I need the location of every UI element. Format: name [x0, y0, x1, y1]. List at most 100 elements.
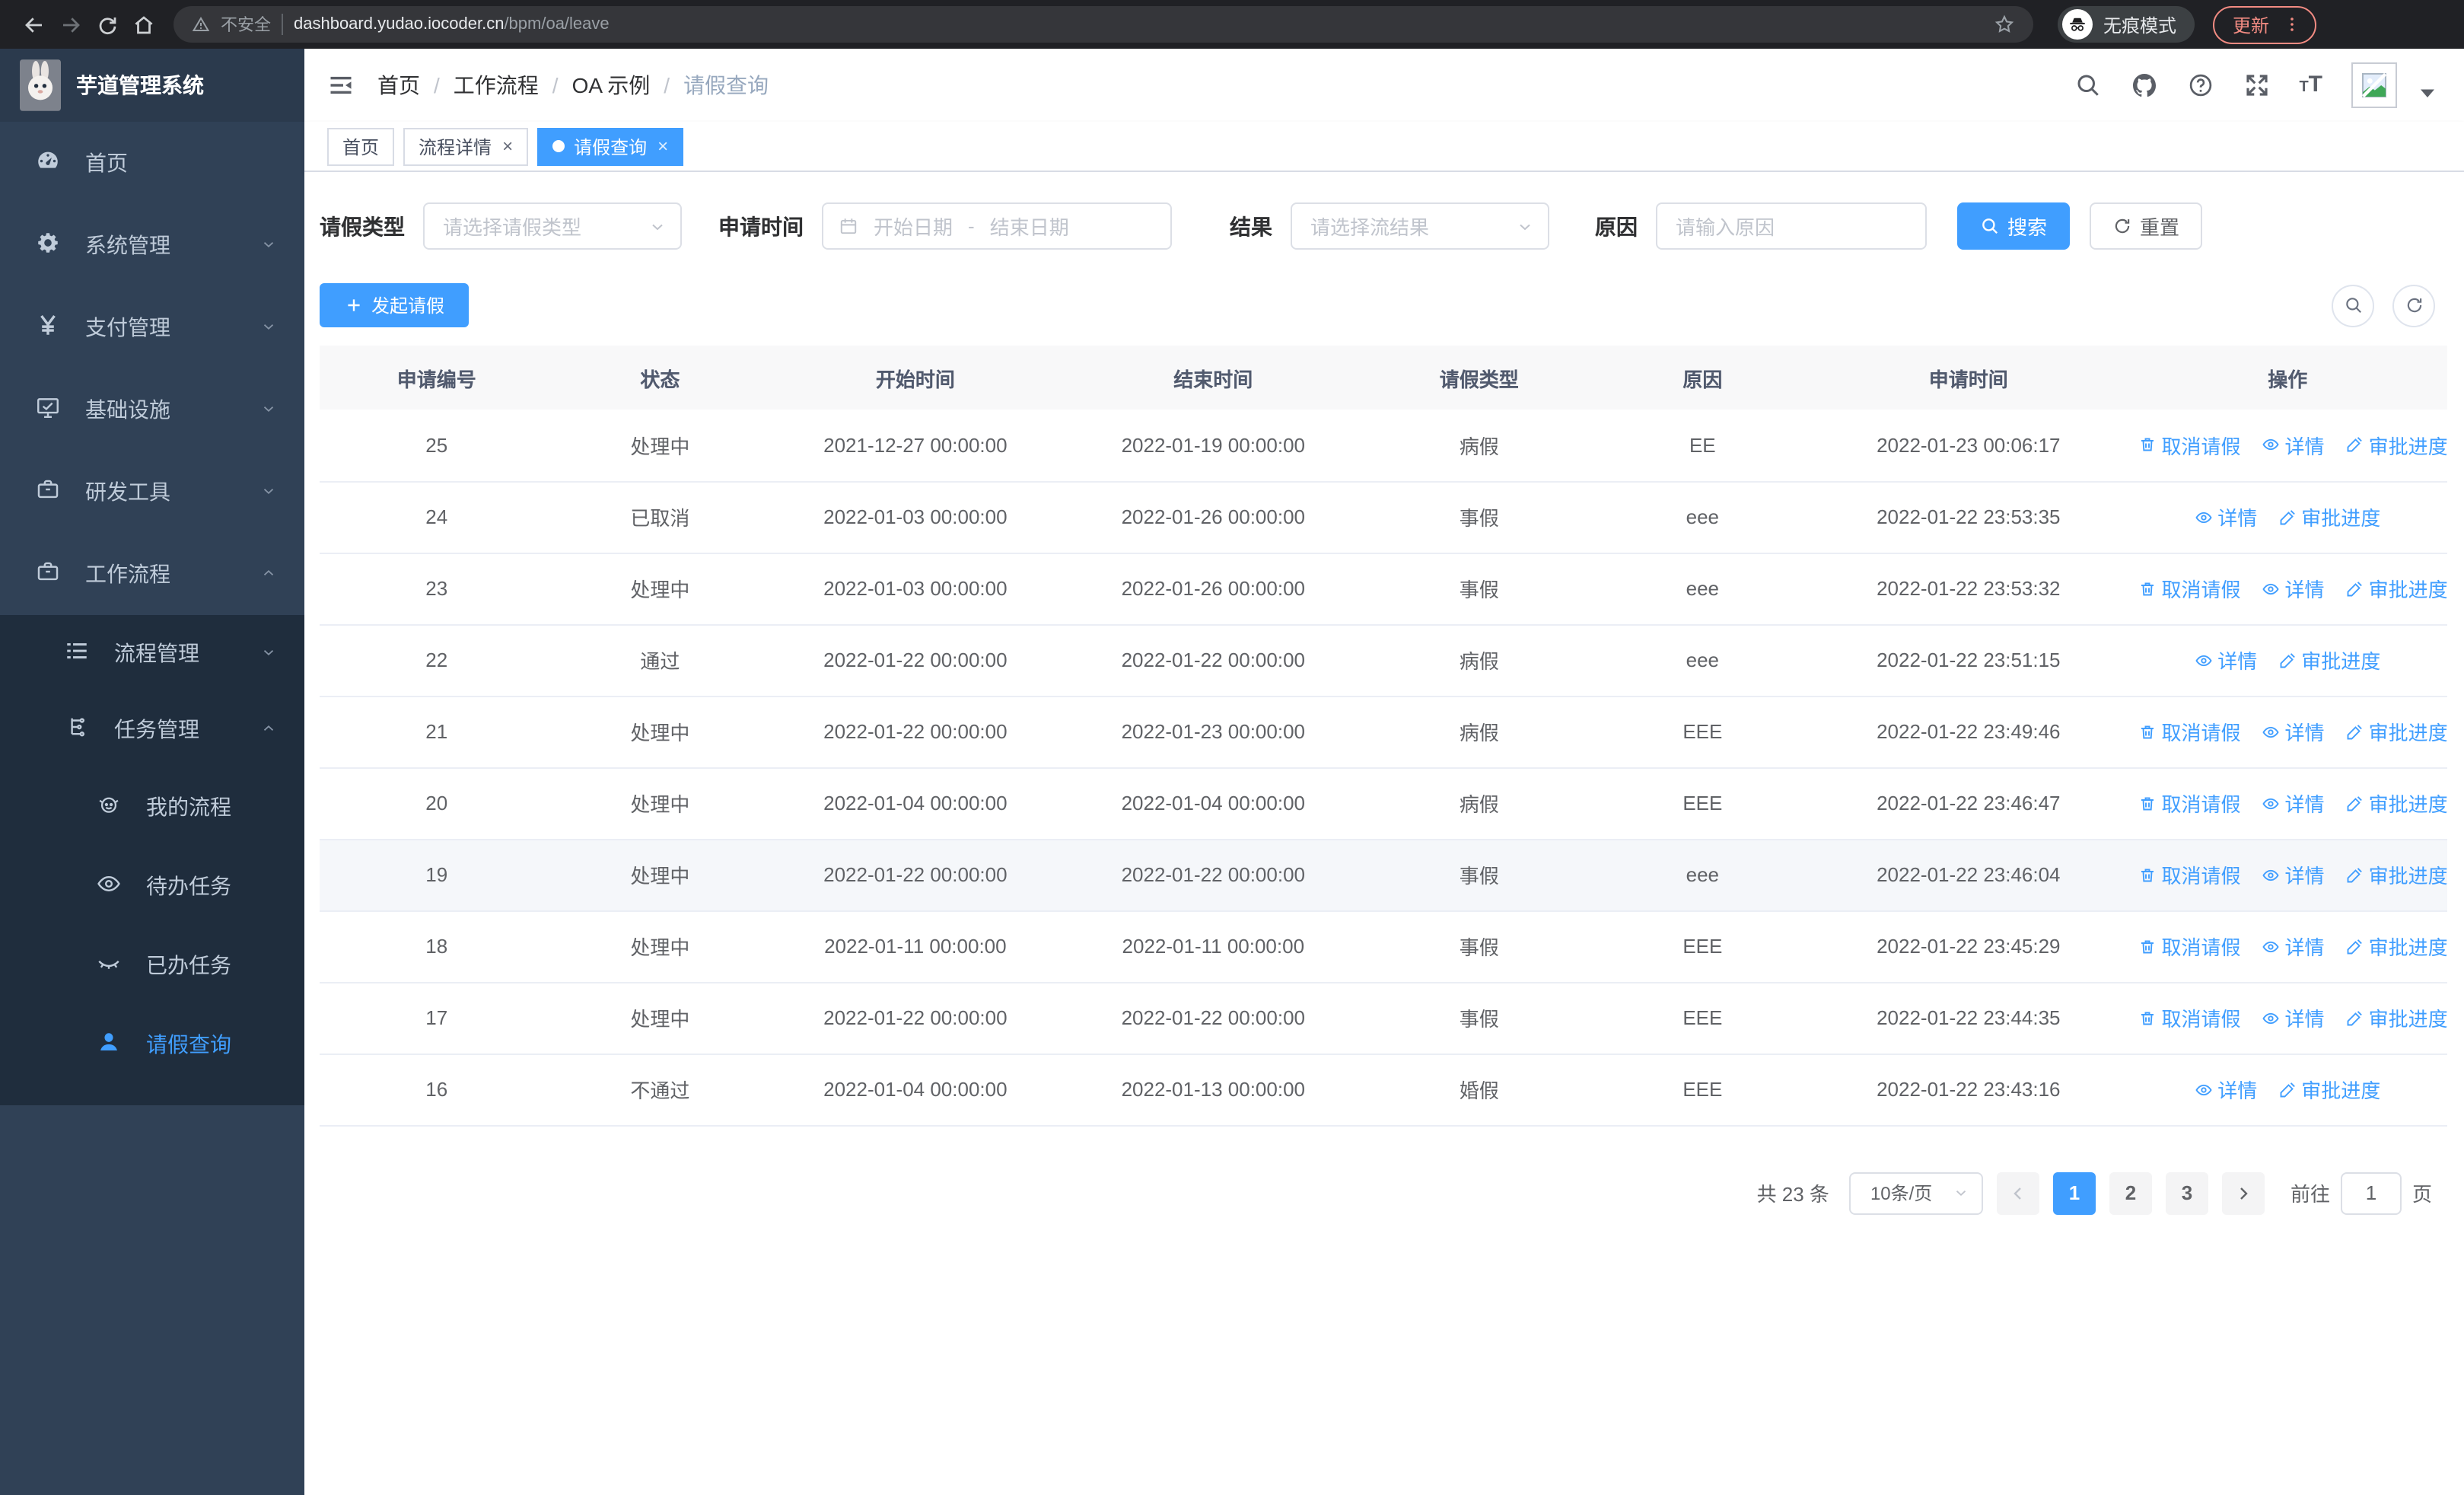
github-icon[interactable]	[2130, 72, 2157, 99]
detail-action-link[interactable]: 详情	[2262, 431, 2325, 460]
refresh-table-button[interactable]	[2392, 284, 2435, 327]
breadcrumb-item[interactable]: 工作流程	[454, 70, 539, 100]
header-search-icon[interactable]	[2074, 72, 2101, 99]
sidebar-item-研发工具[interactable]: 研发工具	[0, 451, 304, 533]
browser-menu-icon[interactable]	[2283, 15, 2301, 33]
cell-id: 22	[320, 624, 554, 696]
back-icon[interactable]	[15, 6, 52, 43]
progress-action-link[interactable]: 审批进度	[2346, 860, 2447, 889]
action-label: 审批进度	[2368, 722, 2447, 744]
sidebar-item-工作流程[interactable]: 工作流程	[0, 533, 304, 615]
bookmark-star-icon[interactable]	[1994, 14, 2015, 35]
eye-action-icon	[2262, 1009, 2281, 1027]
cell-start: 2022-01-04 00:00:00	[766, 1054, 1065, 1126]
fullscreen-icon[interactable]	[2243, 72, 2270, 99]
detail-action-link[interactable]: 详情	[2195, 502, 2257, 531]
app-logo[interactable]: 芋道管理系统	[0, 49, 304, 122]
progress-action-link[interactable]: 审批进度	[2278, 645, 2380, 674]
cell-end: 2022-01-26 00:00:00	[1064, 481, 1362, 553]
filter-form: 请假类型 请选择请假类型 申请时间 开始日期 - 结束日期 结果 请选择流结果	[320, 202, 2447, 250]
cell-actions: 取消请假 详情 审批进度	[2128, 696, 2447, 768]
progress-action-link[interactable]: 审批进度	[2346, 574, 2447, 603]
tab-流程详情[interactable]: 流程详情 ×	[403, 127, 529, 165]
chevron-down-icon	[260, 397, 277, 422]
page-size-select[interactable]: 10条/页	[1848, 1171, 1983, 1214]
security-warning-label[interactable]: 不安全	[221, 12, 271, 37]
page-button-3[interactable]: 3	[2165, 1171, 2208, 1214]
cancel-action-link[interactable]: 取消请假	[2139, 789, 2241, 818]
sidebar-item-流程管理[interactable]: 流程管理	[0, 615, 304, 691]
browser-update-button[interactable]: 更新	[2213, 5, 2317, 43]
forward-icon[interactable]	[52, 6, 88, 43]
cancel-action-link[interactable]: 取消请假	[2139, 574, 2241, 603]
prev-page-button[interactable]	[1996, 1171, 2039, 1214]
detail-action-link[interactable]: 详情	[2262, 860, 2325, 889]
reload-icon[interactable]	[88, 6, 125, 43]
progress-action-link[interactable]: 审批进度	[2278, 502, 2380, 531]
sidebar-item-已办任务[interactable]: 已办任务	[0, 926, 304, 1005]
show-search-toggle-button[interactable]	[2332, 284, 2374, 327]
cancel-action-link[interactable]: 取消请假	[2139, 1003, 2241, 1032]
progress-action-link[interactable]: 审批进度	[2346, 431, 2447, 460]
reset-button[interactable]: 重置	[2090, 202, 2203, 250]
next-page-button[interactable]	[2221, 1171, 2265, 1214]
cell-applied: 2022-01-22 23:46:47	[1809, 767, 2128, 840]
sidebar-item-基础设施[interactable]: 基础设施	[0, 368, 304, 451]
progress-action-link[interactable]: 审批进度	[2346, 789, 2447, 818]
tab-首页[interactable]: 首页	[327, 127, 395, 165]
reason-input[interactable]: 请输入原因	[1656, 202, 1927, 250]
detail-action-link[interactable]: 详情	[2262, 1003, 2325, 1032]
avatar-caret-icon[interactable]	[2414, 79, 2441, 107]
detail-action-link[interactable]: 详情	[2262, 932, 2325, 961]
sidebar-item-待办任务[interactable]: 待办任务	[0, 846, 304, 926]
sidebar-item-系统管理[interactable]: 系统管理	[0, 204, 304, 286]
chevron-down-icon	[260, 641, 277, 665]
breadcrumb-item[interactable]: 首页	[377, 70, 420, 100]
apply-time-range-picker[interactable]: 开始日期 - 结束日期	[822, 202, 1172, 250]
pen-icon	[2346, 937, 2364, 955]
close-tab-icon[interactable]: ×	[502, 135, 513, 157]
goto-page-input[interactable]	[2340, 1171, 2402, 1214]
leave-type-select[interactable]: 请选择请假类型	[423, 202, 682, 250]
close-tab-icon[interactable]: ×	[657, 135, 668, 157]
detail-action-link[interactable]: 详情	[2195, 645, 2257, 674]
detail-action-link[interactable]: 详情	[2195, 1075, 2257, 1104]
cancel-action-link[interactable]: 取消请假	[2139, 932, 2241, 961]
progress-action-link[interactable]: 审批进度	[2278, 1075, 2380, 1104]
action-label: 详情	[2284, 936, 2325, 959]
sidebar-item-任务管理[interactable]: 任务管理	[0, 691, 304, 767]
help-icon[interactable]	[2186, 72, 2214, 99]
progress-action-link[interactable]: 审批进度	[2346, 932, 2447, 961]
result-select[interactable]: 请选择流结果	[1291, 202, 1549, 250]
breadcrumb-item[interactable]: OA 示例	[572, 70, 651, 100]
address-bar[interactable]: 不安全 dashboard.yudao.iocoder.cn/bpm/oa/le…	[173, 6, 2033, 43]
search-button[interactable]: 搜索	[1957, 202, 2071, 250]
url-text[interactable]: dashboard.yudao.iocoder.cn/bpm/oa/leave	[294, 15, 610, 33]
detail-action-link[interactable]: 详情	[2262, 574, 2325, 603]
cell-id: 25	[320, 410, 554, 482]
cancel-action-link[interactable]: 取消请假	[2139, 431, 2241, 460]
sidebar-item-我的流程[interactable]: 我的流程	[0, 767, 304, 846]
page-button-1[interactable]: 1	[2052, 1171, 2096, 1214]
avatar[interactable]	[2351, 62, 2397, 108]
sidebar-item-首页[interactable]: 首页	[0, 122, 304, 204]
font-size-icon[interactable]: TT	[2299, 72, 2322, 99]
progress-action-link[interactable]: 审批进度	[2346, 717, 2447, 746]
sidebar-collapse-icon[interactable]	[327, 72, 355, 99]
sidebar-item-label: 流程管理	[114, 641, 199, 665]
page-button-2[interactable]: 2	[2109, 1171, 2152, 1214]
home-icon[interactable]	[125, 6, 161, 43]
cancel-action-link[interactable]: 取消请假	[2139, 717, 2241, 746]
detail-action-link[interactable]: 详情	[2262, 789, 2325, 818]
incognito-icon	[2062, 9, 2093, 40]
create-leave-button[interactable]: 发起请假	[320, 283, 470, 327]
sidebar-item-请假查询[interactable]: 请假查询	[0, 1005, 304, 1084]
progress-action-link[interactable]: 审批进度	[2346, 1003, 2447, 1032]
not-secure-warning-icon[interactable]	[192, 15, 210, 33]
cancel-action-link[interactable]: 取消请假	[2139, 860, 2241, 889]
cell-reason: EEE	[1596, 767, 1810, 840]
tab-请假查询[interactable]: 请假查询 ×	[537, 127, 684, 165]
detail-action-link[interactable]: 详情	[2262, 717, 2325, 746]
sidebar-item-支付管理[interactable]: 支付管理	[0, 286, 304, 368]
table-row: 17 处理中 2022-01-22 00:00:00 2022-01-22 00:00…	[320, 982, 2447, 1054]
